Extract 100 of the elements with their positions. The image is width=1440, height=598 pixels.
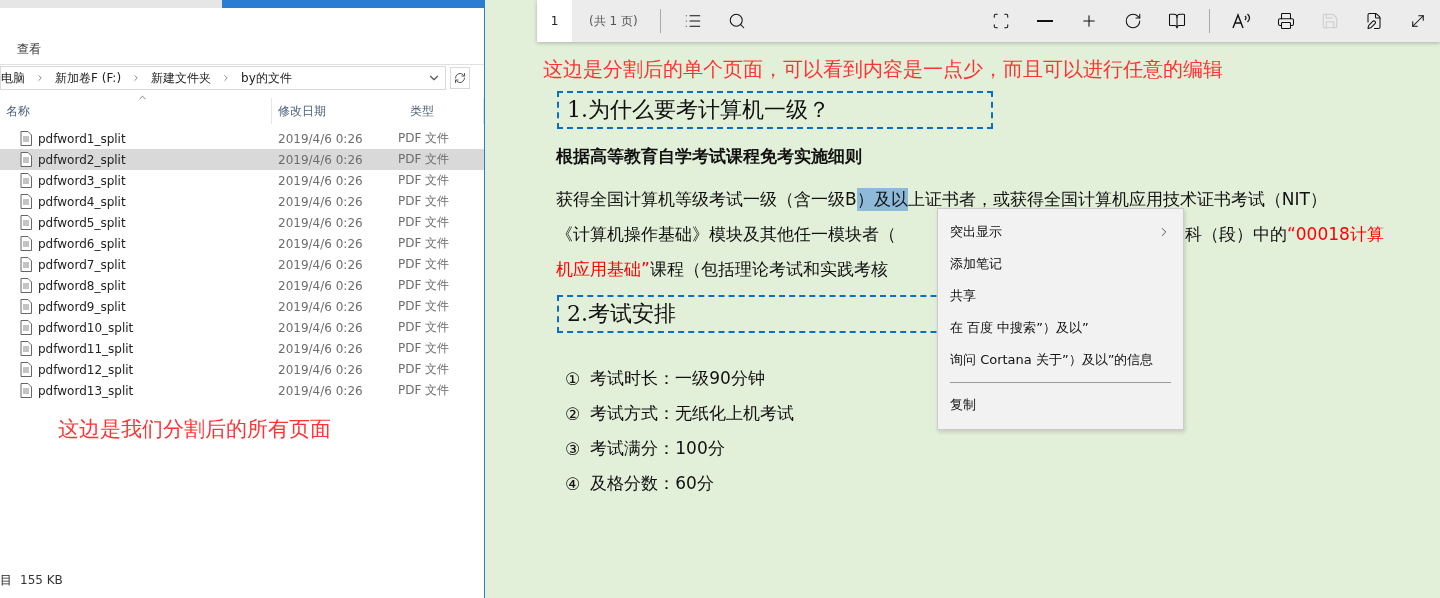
list-marker: ② <box>565 403 581 424</box>
file-row[interactable]: pdfword10_split 2019/4/6 0:26 PDF 文件 <box>0 317 484 338</box>
save-icon <box>1321 12 1339 30</box>
column-header[interactable]: 名称 <box>0 98 272 124</box>
file-date: 2019/4/6 0:26 <box>277 278 364 293</box>
breadcrumb[interactable]: 电脑 <box>1 69 25 87</box>
pdf-file-icon <box>20 257 32 272</box>
menu-item[interactable]: 突出显示 <box>938 216 1183 248</box>
breadcrumb[interactable]: 新加卷F (F:) <box>55 69 122 87</box>
breadcrumb[interactable]: by的文件 <box>241 69 292 87</box>
file-name: pdfword11_split <box>38 341 134 356</box>
pdf-file-icon <box>20 362 32 377</box>
file-date: 2019/4/6 0:26 <box>277 215 364 230</box>
chevron-icon <box>35 73 45 83</box>
file-name: pdfword2_split <box>38 152 126 167</box>
page-count: (共 1 页) <box>589 12 638 30</box>
plus-icon <box>1080 12 1098 30</box>
annotation-text: 这边是分割后的单个页面，可以看到内容是一点少，而且可以进行任意的编辑 <box>543 56 1224 83</box>
file-row[interactable]: pdfword8_split 2019/4/6 0:26 PDF 文件 <box>0 275 484 296</box>
file-type: PDF 文件 <box>397 298 451 315</box>
pdf-file-icon <box>20 320 32 335</box>
file-row[interactable]: pdfword4_split 2019/4/6 0:26 PDF 文件 <box>0 191 484 212</box>
menu-item[interactable]: 复制 <box>938 389 1183 421</box>
file-date: 2019/4/6 0:26 <box>277 341 364 356</box>
pdf-file-icon <box>20 278 32 293</box>
paragraph-text: 《计算机操作基础》模块及其他任一模块者（ <box>556 223 896 246</box>
pdf-file-icon <box>20 131 32 146</box>
list-marker: ③ <box>565 438 581 459</box>
view-tab[interactable]: 查看 <box>17 41 41 58</box>
file-type: PDF 文件 <box>397 235 451 252</box>
column-header[interactable]: 类型 <box>392 98 484 124</box>
selected-text: ）及以 <box>856 188 908 211</box>
file-row[interactable]: pdfword12_split 2019/4/6 0:26 PDF 文件 <box>0 359 484 380</box>
file-name: pdfword6_split <box>38 236 126 251</box>
file-type: PDF 文件 <box>397 151 451 168</box>
refresh-icon <box>454 72 466 84</box>
page-number-field[interactable]: 1 <box>537 0 572 42</box>
pdf-file-icon <box>20 341 32 356</box>
file-date: 2019/4/6 0:26 <box>277 299 364 314</box>
file-row[interactable]: pdfword11_split 2019/4/6 0:26 PDF 文件 <box>0 338 484 359</box>
file-row[interactable]: pdfword1_split 2019/4/6 0:26 PDF 文件 <box>0 128 484 149</box>
pdf-file-icon <box>20 194 32 209</box>
file-type: PDF 文件 <box>397 382 451 399</box>
pdf-file-icon <box>20 173 32 188</box>
column-header[interactable]: 修改日期 <box>272 98 392 124</box>
read-aloud-icon <box>1232 12 1252 30</box>
list-text: 考试满分：100分 <box>590 437 725 460</box>
list-text: 考试方式：无纸化上机考试 <box>590 402 795 425</box>
file-row[interactable]: pdfword9_split 2019/4/6 0:26 PDF 文件 <box>0 296 484 317</box>
file-date: 2019/4/6 0:26 <box>277 362 364 377</box>
file-name: pdfword3_split <box>38 173 126 188</box>
file-date: 2019/4/6 0:26 <box>277 194 364 209</box>
paragraph-text: “00018计算 <box>1287 223 1384 246</box>
pdf-file-icon <box>20 383 32 398</box>
file-row[interactable]: pdfword7_split 2019/4/6 0:26 PDF 文件 <box>0 254 484 275</box>
file-type: PDF 文件 <box>397 277 451 294</box>
list-text: 考试时长：一级90分钟 <box>590 367 765 390</box>
file-date: 2019/4/6 0:26 <box>277 383 364 398</box>
file-row[interactable]: pdfword6_split 2019/4/6 0:26 PDF 文件 <box>0 233 484 254</box>
file-date: 2019/4/6 0:26 <box>277 152 364 167</box>
list-marker: ④ <box>565 473 581 494</box>
pdf-file-icon <box>20 215 32 230</box>
file-name: pdfword8_split <box>38 278 126 293</box>
file-type: PDF 文件 <box>397 319 451 336</box>
file-row[interactable]: pdfword3_split 2019/4/6 0:26 PDF 文件 <box>0 170 484 191</box>
subtitle: 根据高等教育自学考试课程免考实施细则 <box>556 145 863 168</box>
annotation-text: 这边是我们分割后的所有页面 <box>58 416 332 443</box>
paragraph-text: 获得全国计算机等级考试一级（含一级B <box>556 188 857 211</box>
file-row[interactable]: pdfword5_split 2019/4/6 0:26 PDF 文件 <box>0 212 484 233</box>
file-name: pdfword4_split <box>38 194 126 209</box>
file-date: 2019/4/6 0:26 <box>277 320 364 335</box>
file-name: pdfword12_split <box>38 362 134 377</box>
file-date: 2019/4/6 0:26 <box>277 236 364 251</box>
menu-item[interactable]: 询问 Cortana 关于”）及以”的信息 <box>938 344 1183 376</box>
file-row[interactable]: pdfword13_split 2019/4/6 0:26 PDF 文件 <box>0 380 484 401</box>
breadcrumb[interactable]: 新建文件夹 <box>151 69 212 87</box>
rotate-icon <box>1124 12 1142 30</box>
file-date: 2019/4/6 0:26 <box>277 257 364 272</box>
file-type: PDF 文件 <box>397 130 451 147</box>
status-size: 155 KB <box>20 573 63 587</box>
list-marker: ① <box>565 368 581 389</box>
file-date: 2019/4/6 0:26 <box>277 131 364 146</box>
menu-item[interactable]: 添加笔记 <box>938 248 1183 280</box>
file-type: PDF 文件 <box>397 340 451 357</box>
list-text: 及格分数：60分 <box>590 472 714 495</box>
pdf-file-icon <box>20 236 32 251</box>
save-as-icon <box>1365 12 1383 30</box>
refresh-button[interactable] <box>450 67 470 89</box>
file-row[interactable]: pdfword2_split 2019/4/6 0:26 PDF 文件 <box>0 149 484 170</box>
paragraph-text: 课程（包括理论考试和实践考核 <box>649 258 888 281</box>
file-name: pdfword5_split <box>38 215 126 230</box>
search-icon <box>727 12 746 30</box>
file-name: pdfword1_split <box>38 131 126 146</box>
file-type: PDF 文件 <box>397 256 451 273</box>
address-bar[interactable]: 电脑 新加卷F (F:) 新建文件夹 by的文件 <box>0 66 446 90</box>
expand-icon <box>1409 12 1427 30</box>
file-type: PDF 文件 <box>397 193 451 210</box>
file-type: PDF 文件 <box>397 214 451 231</box>
file-name: pdfword9_split <box>38 299 126 314</box>
file-type: PDF 文件 <box>397 172 451 189</box>
